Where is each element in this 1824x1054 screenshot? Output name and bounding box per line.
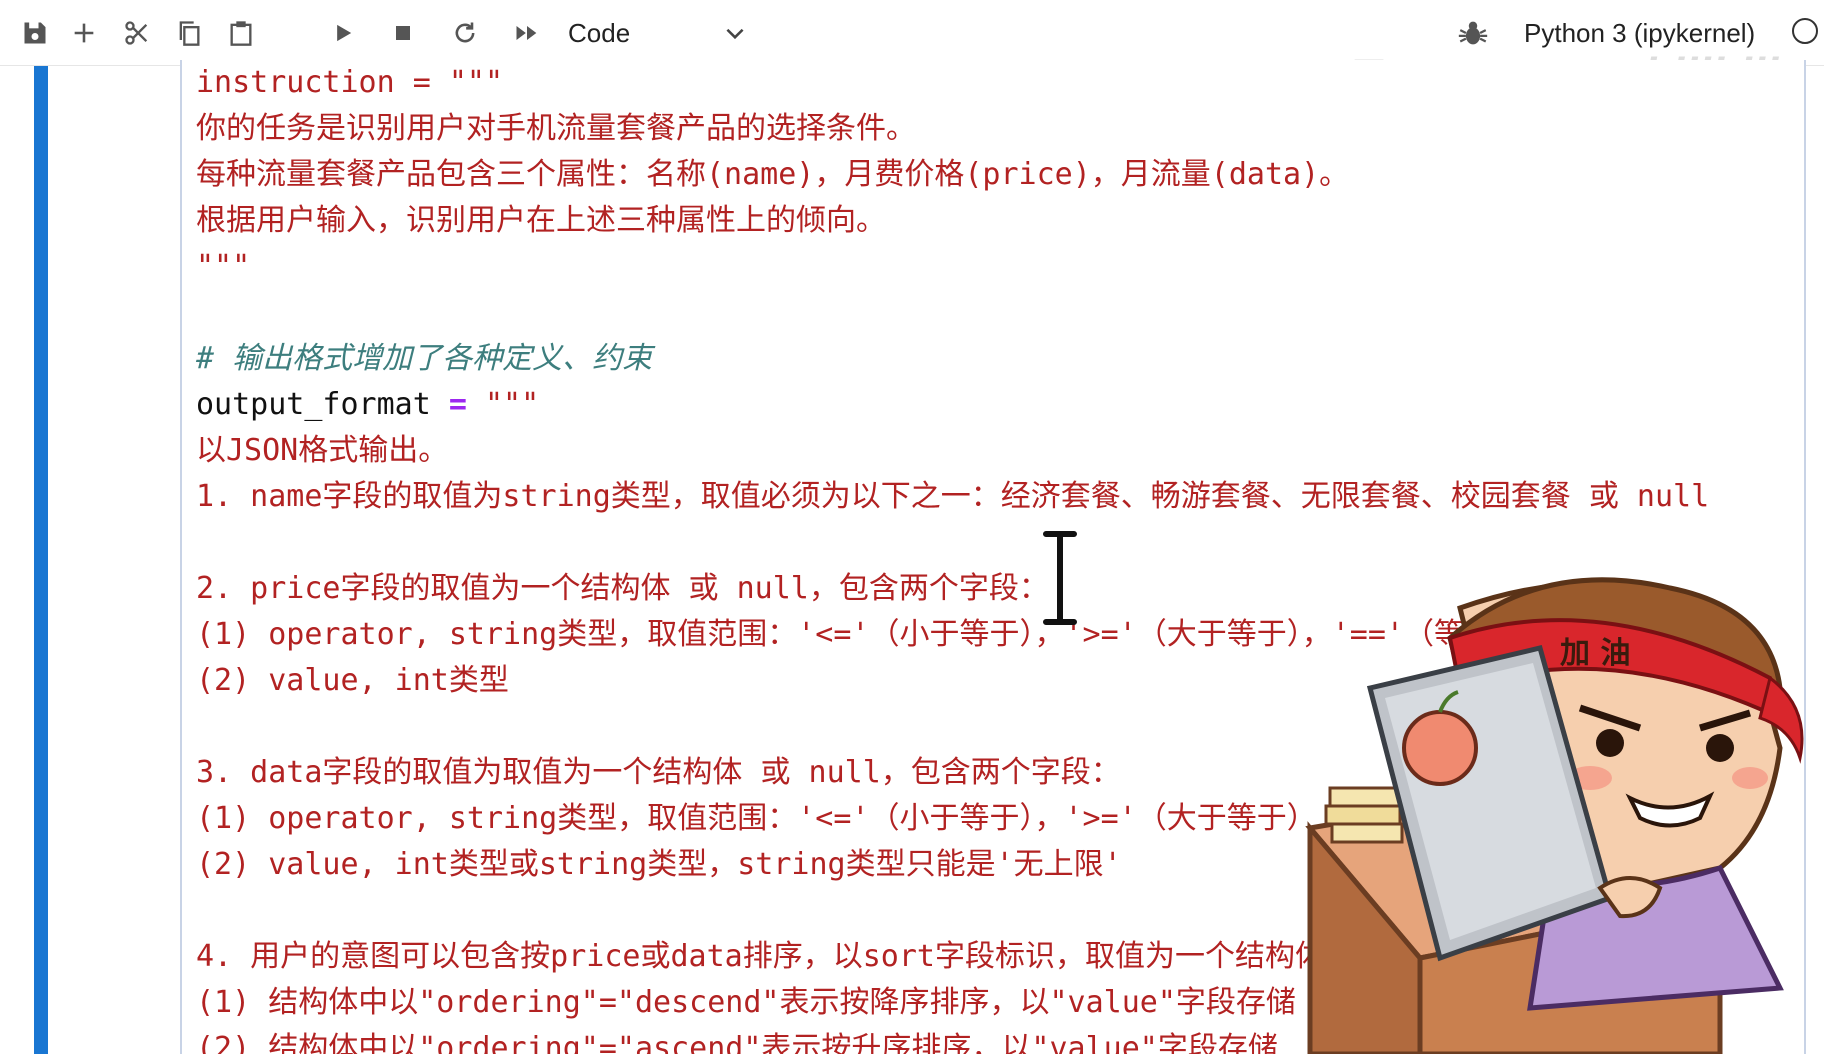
fast-forward-icon (516, 26, 537, 40)
copy-button[interactable] (170, 14, 208, 52)
save-icon (24, 22, 46, 44)
code-line: output_format = """ (196, 382, 1709, 428)
chevron-down-icon (726, 28, 744, 40)
scissors-icon (125, 21, 148, 45)
code-line: 根据用户输入，识别用户在上述三种属性上的倾向。 (196, 203, 886, 238)
plus-icon (74, 23, 94, 43)
kernel-status-indicator (1792, 18, 1818, 44)
restart-button[interactable] (446, 14, 484, 52)
cut-button[interactable] (118, 14, 156, 52)
clipboard-icon (230, 21, 252, 46)
paste-button[interactable] (222, 14, 260, 52)
code-variable: output_format (196, 387, 431, 422)
cell-type-label: Code (568, 17, 631, 48)
headband-text: 加 油 (1560, 636, 1630, 671)
code-line: 以JSON格式输出。 (196, 433, 449, 468)
text-cursor-icon (1043, 531, 1077, 625)
cheering-mascot-illustration: 加 油 (1305, 577, 1804, 1054)
code-line: """ (196, 249, 251, 284)
run-button[interactable] (324, 14, 362, 52)
run-all-button[interactable] (508, 14, 546, 52)
insert-cell-button[interactable] (65, 14, 103, 52)
restart-icon (455, 22, 475, 43)
copy-icon (179, 21, 200, 46)
code-string: """ (485, 387, 540, 422)
notebook-toolbar: Code Python 3 (ipykernel) (0, 0, 1824, 66)
stop-icon (396, 26, 410, 40)
save-button[interactable] (16, 14, 54, 52)
kernel-name[interactable]: Python 3 (ipykernel) (1524, 14, 1755, 52)
play-icon (337, 24, 352, 42)
code-line: instruction = """ (196, 65, 504, 100)
interrupt-button[interactable] (384, 14, 422, 52)
code-line: 1. name字段的取值为string类型，取值必须为以下之一：经济套餐、畅游套… (196, 479, 1710, 514)
debugger-bug-icon[interactable] (1456, 16, 1490, 50)
code-comment-line: # 输出格式增加了各种定义、约束 (196, 341, 653, 376)
code-line: 每种流量套餐产品包含三个属性：名称(name)，月费价格(price)，月流量(… (196, 157, 1350, 192)
cell-type-select[interactable]: Code (568, 14, 748, 52)
active-cell-indicator[interactable] (34, 66, 48, 1054)
code-operator: = (448, 387, 467, 422)
code-line: 你的任务是识别用户对手机流量套餐产品的选择条件。 (196, 111, 916, 146)
